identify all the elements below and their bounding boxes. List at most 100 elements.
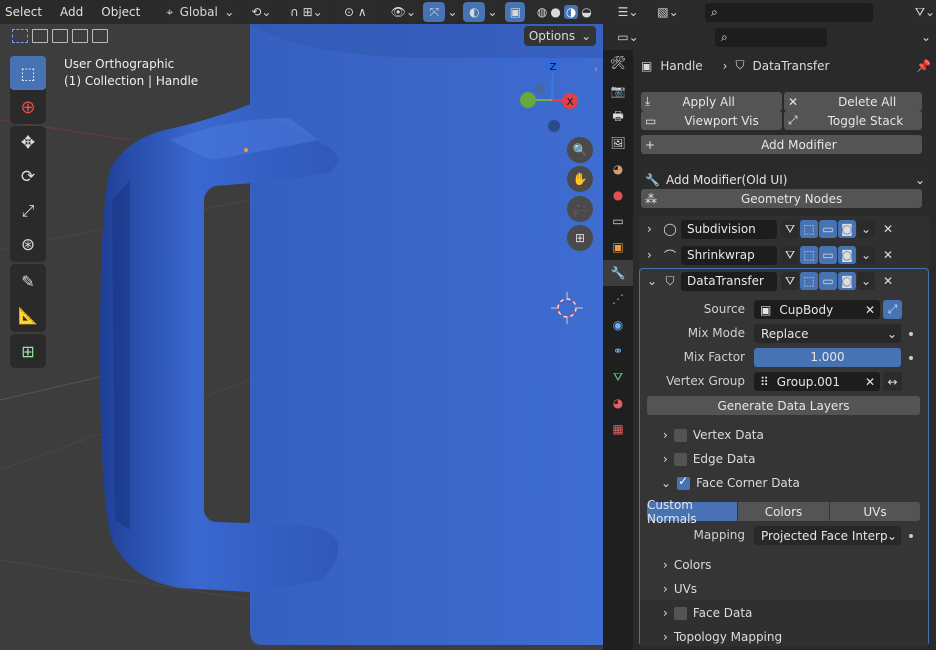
custom-normals-tab[interactable]: Custom Normals: [647, 498, 737, 526]
viewport-display-icon[interactable]: ▭: [819, 220, 837, 238]
outliner-search-input[interactable]: ⌕: [705, 2, 873, 22]
animate-property-dot[interactable]: [909, 332, 913, 336]
overlays-dropdown[interactable]: ⌄: [485, 2, 500, 22]
gizmo-y-axis[interactable]: [520, 92, 536, 108]
edit-mode-icon[interactable]: ⬚: [800, 272, 818, 290]
zoom-button[interactable]: 🔍: [567, 137, 593, 163]
apply-all-button[interactable]: ⤓ Apply All: [641, 92, 782, 111]
texture-tab[interactable]: ▦: [603, 416, 633, 442]
3d-viewport[interactable]: Select Add Object ⌖ Global ⌄ ⟲⌄ ∩ ⊞⌄ ⊙ ∧…: [0, 0, 603, 650]
select-subtract-icon[interactable]: [52, 29, 68, 43]
annotate-tool[interactable]: ✎: [10, 264, 46, 298]
edit-cage-icon[interactable]: ⛛: [781, 246, 799, 264]
add-cube-tool[interactable]: ⊞: [10, 334, 46, 368]
colors-subpanel[interactable]: › Colors: [663, 558, 711, 572]
viewport-display-icon[interactable]: ▭: [819, 272, 837, 290]
close-icon[interactable]: ✕: [865, 375, 880, 389]
move-tool[interactable]: ✥: [10, 126, 46, 160]
animate-property-dot[interactable]: [909, 534, 913, 538]
select-intersect-icon[interactable]: [92, 29, 108, 43]
pin-icon[interactable]: 📌: [916, 59, 931, 73]
navigation-gizmo[interactable]: Z X: [510, 56, 590, 136]
gizmo-toggle[interactable]: ⤧: [423, 2, 446, 22]
particles-tab[interactable]: ⋰: [603, 286, 633, 312]
properties-editor-type-dropdown[interactable]: ▭⌄: [611, 27, 645, 47]
menu-object[interactable]: Object: [96, 0, 145, 24]
object-tab[interactable]: ▣: [603, 234, 633, 260]
gizmo-neg-y[interactable]: [535, 84, 545, 94]
view-layer-tab[interactable]: 🖼: [603, 130, 633, 156]
invert-vertex-group-toggle[interactable]: ↔: [883, 372, 902, 391]
editor-type-dropdown[interactable]: ☰⌄: [611, 2, 645, 22]
face-corner-data-subpanel[interactable]: ⌄ ✓ Face Corner Data: [661, 474, 800, 491]
chevron-right-icon[interactable]: ›: [647, 248, 659, 262]
snap-toggle[interactable]: ∩ ⊞⌄: [283, 2, 330, 22]
mix-factor-slider[interactable]: 1.000: [754, 348, 901, 367]
edge-data-checkbox[interactable]: [673, 452, 687, 466]
solid-shading-icon[interactable]: ●: [550, 5, 560, 19]
topology-mapping-subpanel[interactable]: › Topology Mapping: [663, 630, 782, 644]
pan-button[interactable]: ✋: [567, 166, 593, 192]
menu-add[interactable]: Add: [55, 0, 88, 24]
modifier-name-field[interactable]: Subdivision: [681, 219, 777, 239]
toggle-stack-button[interactable]: ⤢ Toggle Stack: [784, 111, 922, 130]
render-camera-icon[interactable]: ◙: [838, 246, 856, 264]
mix-mode-dropdown[interactable]: Replace ⌄: [754, 324, 901, 343]
face-data-checkbox[interactable]: [673, 606, 687, 620]
vertex-data-checkbox[interactable]: [673, 428, 687, 442]
pivot-point-dropdown[interactable]: ⟲⌄: [245, 2, 278, 22]
select-box-tool[interactable]: ⬚: [10, 56, 46, 90]
geometry-nodes-button[interactable]: ⁂ Geometry Nodes: [641, 189, 922, 208]
chevron-right-icon[interactable]: ›: [647, 222, 659, 236]
options-dropdown[interactable]: Options ⌄: [524, 26, 596, 46]
properties-search-input[interactable]: ⌕: [715, 27, 827, 47]
source-field[interactable]: ▣ CupBody ✕: [754, 300, 880, 319]
edit-mode-icon[interactable]: ⬚: [800, 220, 818, 238]
gizmo-neg-z[interactable]: [548, 120, 560, 132]
gizmo-dropdown[interactable]: ⌄: [445, 2, 460, 22]
add-modifier-old-dropdown[interactable]: 🔧 Add Modifier(Old UI) ⌄: [641, 170, 929, 189]
face-data-subpanel[interactable]: › Face Data: [663, 606, 752, 620]
material-shading-icon[interactable]: ◑: [563, 5, 579, 19]
constraints-tab[interactable]: ⚭: [603, 338, 633, 364]
render-camera-icon[interactable]: ◙: [838, 272, 856, 290]
tool-tab[interactable]: 🛠: [603, 50, 633, 76]
face-corner-data-checkbox[interactable]: ✓: [677, 474, 691, 490]
material-tab[interactable]: ◕: [603, 390, 633, 416]
select-extend-icon[interactable]: [32, 29, 48, 43]
select-invert-icon[interactable]: [72, 29, 88, 43]
perspective-toggle-button[interactable]: ⊞: [567, 225, 593, 251]
modifier-menu-dropdown[interactable]: ⌄: [857, 272, 875, 290]
edge-data-subpanel[interactable]: › Edge Data: [663, 452, 755, 466]
menu-select[interactable]: Select: [0, 0, 47, 24]
viewport-display-icon[interactable]: ▭: [819, 246, 837, 264]
data-tab[interactable]: ⛛: [603, 364, 633, 390]
delete-all-button[interactable]: ✕ Delete All: [784, 92, 922, 111]
vertex-group-field[interactable]: ⠿ Group.001 ✕: [754, 372, 880, 391]
properties-options-dropdown[interactable]: ⌄: [917, 27, 935, 47]
viewport-vis-button[interactable]: ▭ Viewport Vis: [641, 111, 782, 130]
xray-toggle[interactable]: ▣: [505, 2, 526, 22]
shading-modes[interactable]: ◍ ● ◑ ◒: [527, 2, 602, 22]
mapping-dropdown[interactable]: Projected Face Interpol... ⌄: [754, 526, 901, 545]
uvs-tab[interactable]: UVs: [830, 502, 920, 521]
remove-modifier-icon[interactable]: ✕: [879, 272, 897, 290]
render-camera-icon[interactable]: ◙: [838, 220, 856, 238]
wireframe-shading-icon[interactable]: ◍: [537, 5, 547, 19]
scene-tab[interactable]: ◕: [603, 156, 633, 182]
colors-tab[interactable]: Colors: [738, 502, 829, 521]
rotate-tool[interactable]: ⟳: [10, 160, 46, 194]
edit-cage-icon[interactable]: ⛛: [781, 272, 799, 290]
collection-tab[interactable]: ▭: [603, 208, 633, 234]
edit-mode-icon[interactable]: ⬚: [800, 246, 818, 264]
transform-orientation-dropdown[interactable]: ⌖ Global ⌄: [161, 2, 240, 22]
visibility-dropdown[interactable]: 👁⌄: [385, 2, 422, 22]
breadcrumb-modifier[interactable]: DataTransfer: [753, 59, 830, 73]
cursor-tool[interactable]: ⊕: [10, 90, 46, 124]
chevron-down-icon[interactable]: ⌄: [647, 274, 659, 288]
output-tab[interactable]: 🖶: [603, 104, 633, 130]
proportional-edit-toggle[interactable]: ⊙ ∧: [333, 2, 378, 22]
edit-cage-icon[interactable]: ⛛: [781, 220, 799, 238]
physics-tab[interactable]: ◉: [603, 312, 633, 338]
sidebar-toggle-icon[interactable]: ‹: [594, 64, 603, 76]
